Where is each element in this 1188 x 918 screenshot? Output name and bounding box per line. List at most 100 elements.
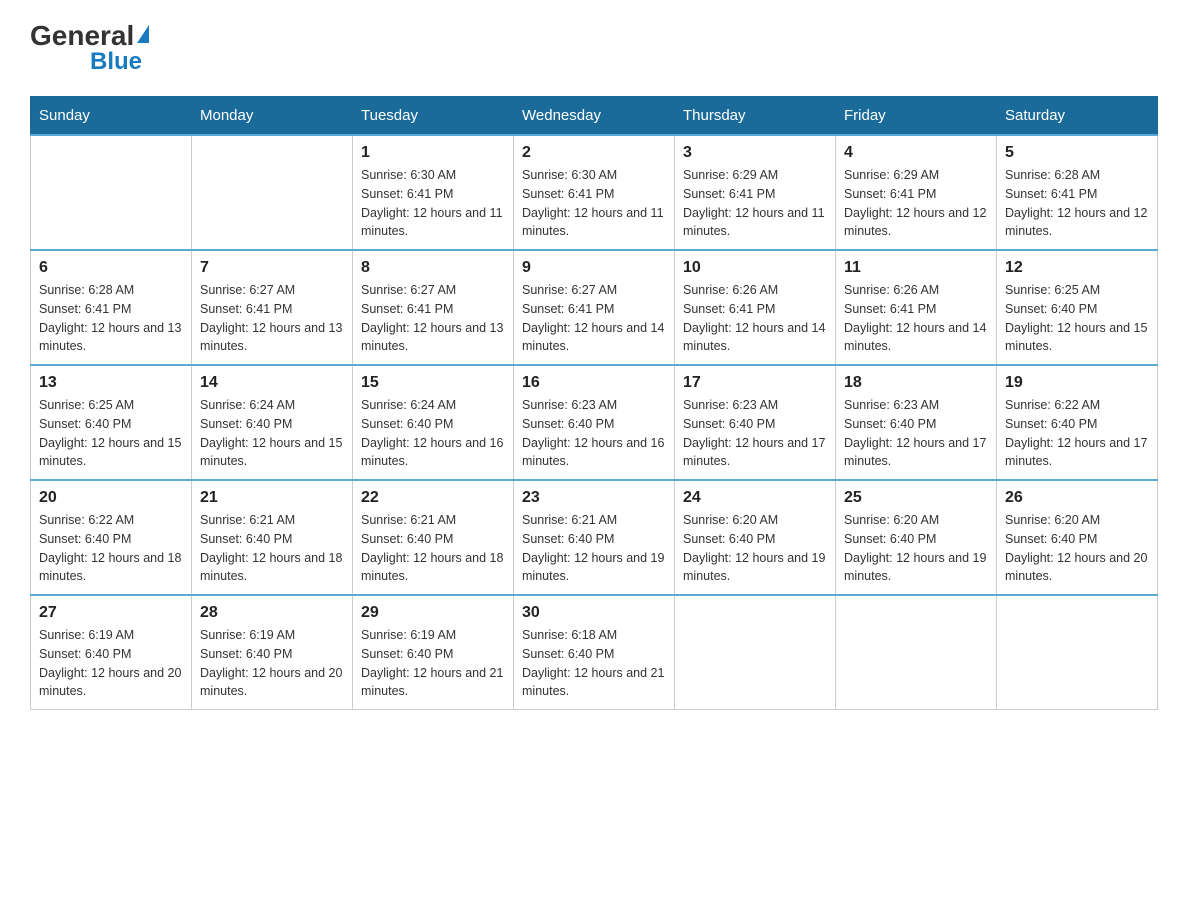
day-number: 9 [522, 259, 666, 277]
day-info: Sunrise: 6:26 AMSunset: 6:41 PMDaylight:… [844, 281, 988, 356]
day-number: 29 [361, 604, 505, 622]
day-info: Sunrise: 6:27 AMSunset: 6:41 PMDaylight:… [200, 281, 344, 356]
day-number: 25 [844, 489, 988, 507]
day-info: Sunrise: 6:20 AMSunset: 6:40 PMDaylight:… [1005, 511, 1149, 586]
day-number: 3 [683, 144, 827, 162]
calendar-cell [997, 595, 1158, 710]
calendar-cell: 27 Sunrise: 6:19 AMSunset: 6:40 PMDayligh… [31, 595, 192, 710]
day-info: Sunrise: 6:24 AMSunset: 6:40 PMDaylight:… [200, 396, 344, 471]
calendar-cell: 8 Sunrise: 6:27 AMSunset: 6:41 PMDaylight… [353, 250, 514, 365]
day-info: Sunrise: 6:23 AMSunset: 6:40 PMDaylight:… [844, 396, 988, 471]
calendar-cell: 20 Sunrise: 6:22 AMSunset: 6:40 PMDayligh… [31, 480, 192, 595]
day-number: 7 [200, 259, 344, 277]
weekday-header-thursday: Thursday [675, 97, 836, 136]
day-info: Sunrise: 6:25 AMSunset: 6:40 PMDaylight:… [1005, 281, 1149, 356]
calendar-cell: 22 Sunrise: 6:21 AMSunset: 6:40 PMDayligh… [353, 480, 514, 595]
logo-arrow-icon [137, 25, 149, 43]
day-number: 13 [39, 374, 183, 392]
calendar-cell: 28 Sunrise: 6:19 AMSunset: 6:40 PMDayligh… [192, 595, 353, 710]
day-info: Sunrise: 6:30 AMSunset: 6:41 PMDaylight:… [361, 166, 505, 241]
logo: General Blue [30, 20, 149, 76]
day-number: 18 [844, 374, 988, 392]
day-info: Sunrise: 6:28 AMSunset: 6:41 PMDaylight:… [1005, 166, 1149, 241]
day-info: Sunrise: 6:20 AMSunset: 6:40 PMDaylight:… [683, 511, 827, 586]
calendar-cell: 10 Sunrise: 6:26 AMSunset: 6:41 PMDayligh… [675, 250, 836, 365]
calendar-cell: 2Sunrise: 6:30 AMSunset: 6:41 PMDaylight… [514, 135, 675, 250]
calendar-cell: 15 Sunrise: 6:24 AMSunset: 6:40 PMDayligh… [353, 365, 514, 480]
day-number: 19 [1005, 374, 1149, 392]
day-info: Sunrise: 6:19 AMSunset: 6:40 PMDaylight:… [361, 626, 505, 701]
day-number: 21 [200, 489, 344, 507]
calendar-cell: 3 Sunrise: 6:29 AMSunset: 6:41 PMDaylight… [675, 135, 836, 250]
day-number: 5 [1005, 144, 1149, 162]
calendar-cell: 13 Sunrise: 6:25 AMSunset: 6:40 PMDayligh… [31, 365, 192, 480]
day-info: Sunrise: 6:18 AMSunset: 6:40 PMDaylight:… [522, 626, 666, 701]
weekday-header-tuesday: Tuesday [353, 97, 514, 136]
day-info: Sunrise: 6:22 AMSunset: 6:40 PMDaylight:… [39, 511, 183, 586]
calendar-cell: 29 Sunrise: 6:19 AMSunset: 6:40 PMDayligh… [353, 595, 514, 710]
day-number: 15 [361, 374, 505, 392]
weekday-header-sunday: Sunday [31, 97, 192, 136]
calendar-cell: 16 Sunrise: 6:23 AMSunset: 6:40 PMDayligh… [514, 365, 675, 480]
day-number: 10 [683, 259, 827, 277]
calendar-cell: 24 Sunrise: 6:20 AMSunset: 6:40 PMDayligh… [675, 480, 836, 595]
day-number: 24 [683, 489, 827, 507]
calendar-cell [31, 135, 192, 250]
weekday-header-wednesday: Wednesday [514, 97, 675, 136]
day-number: 20 [39, 489, 183, 507]
day-info: Sunrise: 6:21 AMSunset: 6:40 PMDaylight:… [200, 511, 344, 586]
day-number: 11 [844, 259, 988, 277]
calendar-cell: 5 Sunrise: 6:28 AMSunset: 6:41 PMDaylight… [997, 135, 1158, 250]
calendar-cell: 14Sunrise: 6:24 AMSunset: 6:40 PMDayligh… [192, 365, 353, 480]
day-info: Sunrise: 6:21 AMSunset: 6:40 PMDaylight:… [522, 511, 666, 586]
day-info: Sunrise: 6:20 AMSunset: 6:40 PMDaylight:… [844, 511, 988, 586]
day-info: Sunrise: 6:23 AMSunset: 6:40 PMDaylight:… [522, 396, 666, 471]
day-info: Sunrise: 6:28 AMSunset: 6:41 PMDaylight:… [39, 281, 183, 356]
calendar-cell [192, 135, 353, 250]
calendar-cell: 19 Sunrise: 6:22 AMSunset: 6:40 PMDayligh… [997, 365, 1158, 480]
calendar-cell: 11 Sunrise: 6:26 AMSunset: 6:41 PMDayligh… [836, 250, 997, 365]
day-info: Sunrise: 6:29 AMSunset: 6:41 PMDaylight:… [844, 166, 988, 241]
day-number: 6 [39, 259, 183, 277]
day-info: Sunrise: 6:29 AMSunset: 6:41 PMDaylight:… [683, 166, 827, 241]
calendar-cell: 23 Sunrise: 6:21 AMSunset: 6:40 PMDayligh… [514, 480, 675, 595]
calendar-cell: 30 Sunrise: 6:18 AMSunset: 6:40 PMDayligh… [514, 595, 675, 710]
day-info: Sunrise: 6:26 AMSunset: 6:41 PMDaylight:… [683, 281, 827, 356]
day-info: Sunrise: 6:19 AMSunset: 6:40 PMDaylight:… [39, 626, 183, 701]
day-number: 22 [361, 489, 505, 507]
calendar-cell: 17 Sunrise: 6:23 AMSunset: 6:40 PMDayligh… [675, 365, 836, 480]
day-number: 8 [361, 259, 505, 277]
day-number: 27 [39, 604, 183, 622]
day-number: 16 [522, 374, 666, 392]
day-number: 12 [1005, 259, 1149, 277]
calendar-cell: 9 Sunrise: 6:27 AMSunset: 6:41 PMDaylight… [514, 250, 675, 365]
day-info: Sunrise: 6:22 AMSunset: 6:40 PMDaylight:… [1005, 396, 1149, 471]
calendar-cell [675, 595, 836, 710]
day-info: Sunrise: 6:21 AMSunset: 6:40 PMDaylight:… [361, 511, 505, 586]
calendar-table: SundayMondayTuesdayWednesdayThursdayFrid… [30, 96, 1158, 710]
day-info: Sunrise: 6:30 AMSunset: 6:41 PMDaylight:… [522, 166, 666, 241]
day-info: Sunrise: 6:27 AMSunset: 6:41 PMDaylight:… [361, 281, 505, 356]
day-info: Sunrise: 6:24 AMSunset: 6:40 PMDaylight:… [361, 396, 505, 471]
day-number: 30 [522, 604, 666, 622]
day-number: 17 [683, 374, 827, 392]
day-info: Sunrise: 6:27 AMSunset: 6:41 PMDaylight:… [522, 281, 666, 356]
day-info: Sunrise: 6:19 AMSunset: 6:40 PMDaylight:… [200, 626, 344, 701]
calendar-cell: 12 Sunrise: 6:25 AMSunset: 6:40 PMDayligh… [997, 250, 1158, 365]
day-info: Sunrise: 6:23 AMSunset: 6:40 PMDaylight:… [683, 396, 827, 471]
day-number: 4 [844, 144, 988, 162]
calendar-cell: 26Sunrise: 6:20 AMSunset: 6:40 PMDayligh… [997, 480, 1158, 595]
day-number: 28 [200, 604, 344, 622]
calendar-cell: 7 Sunrise: 6:27 AMSunset: 6:41 PMDaylight… [192, 250, 353, 365]
logo-blue: Blue [90, 48, 142, 75]
calendar-cell: 18 Sunrise: 6:23 AMSunset: 6:40 PMDayligh… [836, 365, 997, 480]
day-info: Sunrise: 6:25 AMSunset: 6:40 PMDaylight:… [39, 396, 183, 471]
calendar-cell: 25 Sunrise: 6:20 AMSunset: 6:40 PMDayligh… [836, 480, 997, 595]
day-number: 23 [522, 489, 666, 507]
calendar-cell: 21 Sunrise: 6:21 AMSunset: 6:40 PMDayligh… [192, 480, 353, 595]
weekday-header-monday: Monday [192, 97, 353, 136]
page-header: General Blue [30, 20, 1158, 76]
calendar-cell: 1Sunrise: 6:30 AMSunset: 6:41 PMDaylight… [353, 135, 514, 250]
calendar-cell: 6 Sunrise: 6:28 AMSunset: 6:41 PMDaylight… [31, 250, 192, 365]
calendar-cell [836, 595, 997, 710]
